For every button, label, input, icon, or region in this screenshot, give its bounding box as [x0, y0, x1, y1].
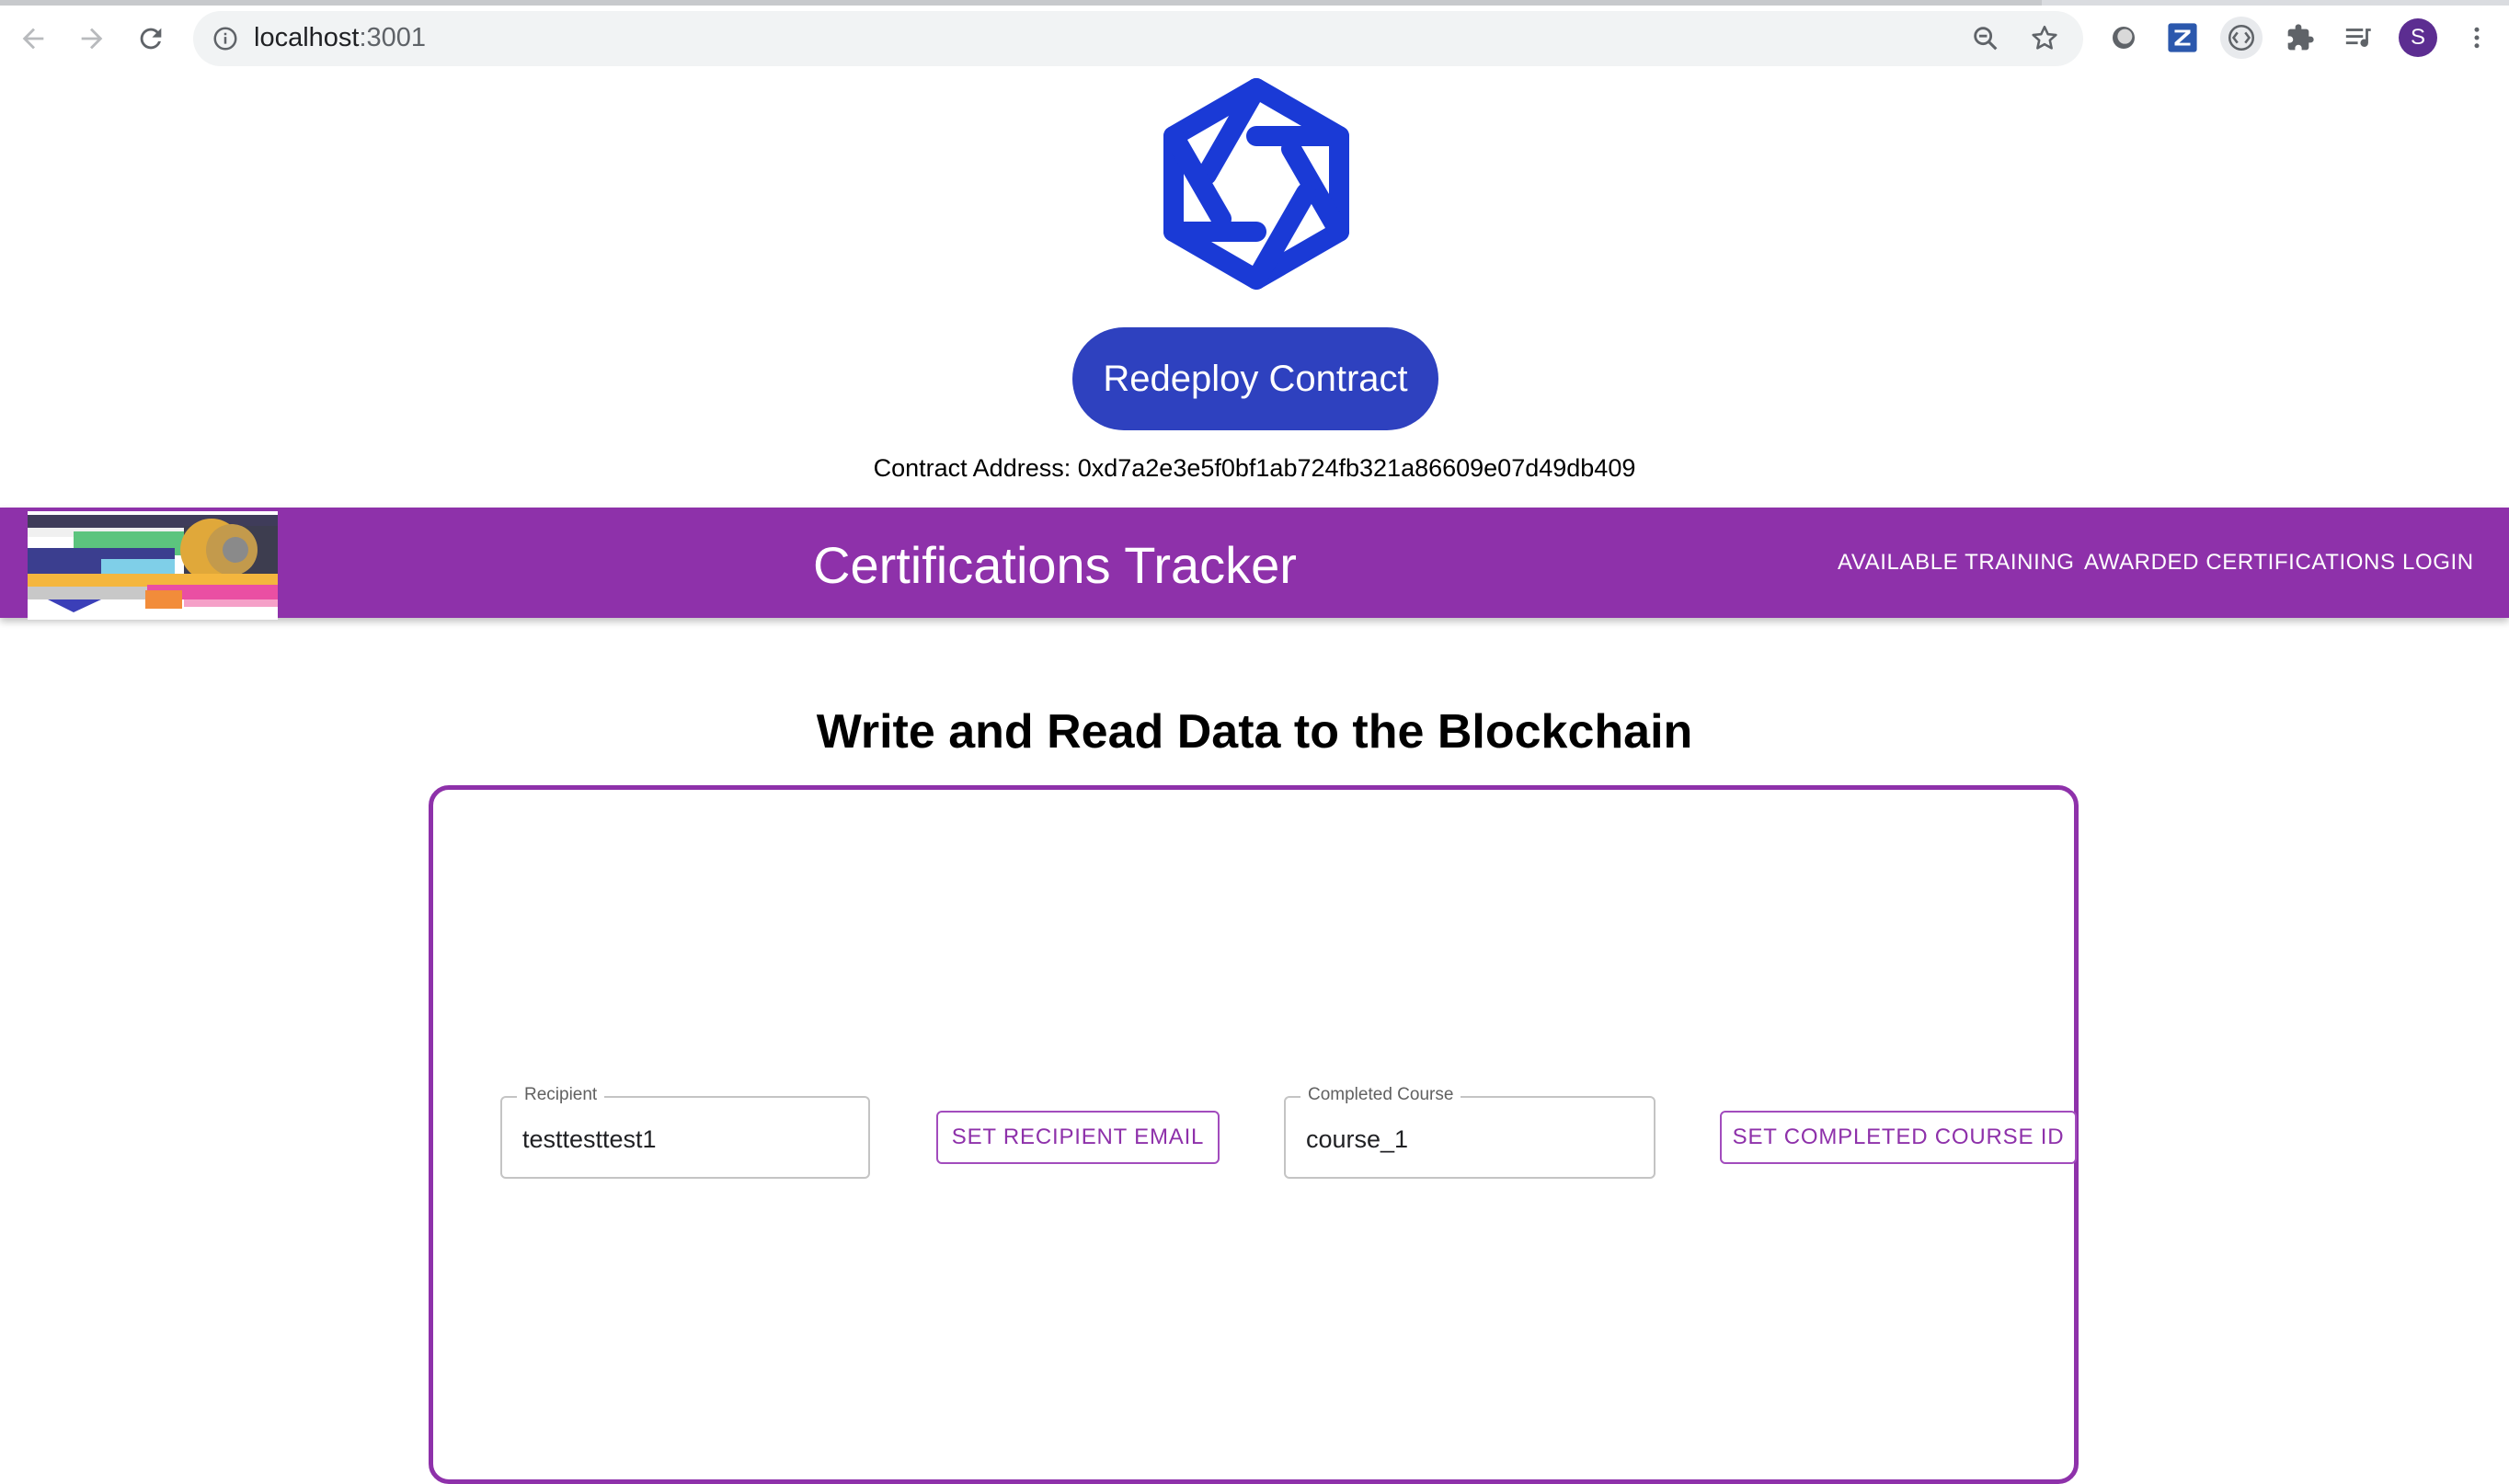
zotero-extension-icon[interactable] [2161, 17, 2204, 59]
zoom-icon[interactable] [1970, 23, 2001, 54]
back-button[interactable] [11, 17, 55, 61]
redeploy-contract-button[interactable]: Redeploy Contract [1072, 327, 1438, 430]
set-recipient-email-button[interactable]: SET RECIPIENT EMAIL [936, 1111, 1220, 1164]
recipient-label: Recipient [517, 1085, 605, 1105]
site-info-icon[interactable] [212, 25, 239, 52]
completed-course-label: Completed Course [1300, 1085, 1461, 1105]
url-text: localhost:3001 [254, 23, 427, 52]
profile-avatar[interactable]: S [2397, 17, 2439, 59]
completed-course-field[interactable]: Completed Course course_1 [1284, 1085, 1655, 1179]
tab-strip [0, 0, 2509, 6]
completed-course-value[interactable]: course_1 [1306, 1125, 1408, 1154]
browser-toolbar: localhost:3001 S [0, 0, 2509, 74]
extensions-puzzle-icon[interactable] [2279, 17, 2321, 59]
contract-address: Contract Address: 0xd7a2e3e5f0bf1ab724fb… [873, 454, 1636, 482]
header-image [28, 511, 278, 620]
forward-arrow-icon [81, 28, 103, 50]
browser-menu-icon[interactable] [2456, 17, 2498, 59]
forward-button[interactable] [70, 17, 114, 61]
page-heading: Write and Read Data to the Blockchain [816, 705, 1693, 759]
nav-available-training[interactable]: AVAILABLE TRAINING [1838, 550, 2075, 576]
recipient-field[interactable]: Recipient testtesttest1 [500, 1085, 870, 1179]
hexagon-logo-icon [1163, 78, 1349, 290]
reload-icon [140, 28, 162, 50]
bookmark-star-icon[interactable] [2029, 23, 2060, 54]
media-queue-icon[interactable] [2338, 17, 2380, 59]
app-title: Certifications Tracker [813, 536, 1297, 594]
nav-awarded-certifications[interactable]: AWARDED CERTIFICATIONS [2084, 550, 2396, 576]
code-extension-icon[interactable] [2220, 17, 2263, 59]
address-bar[interactable]: localhost:3001 [193, 11, 2083, 66]
extension-circle-icon[interactable] [2102, 17, 2145, 59]
nav-login[interactable]: LOGIN [2402, 550, 2474, 576]
back-arrow-icon [22, 28, 44, 50]
app-header: Certifications Tracker AVAILABLE TRAININ… [0, 508, 2509, 620]
set-completed-course-id-button[interactable]: SET COMPLETED COURSE ID [1720, 1111, 2077, 1164]
reload-button[interactable] [129, 17, 173, 61]
recipient-value[interactable]: testtesttest1 [522, 1125, 657, 1154]
